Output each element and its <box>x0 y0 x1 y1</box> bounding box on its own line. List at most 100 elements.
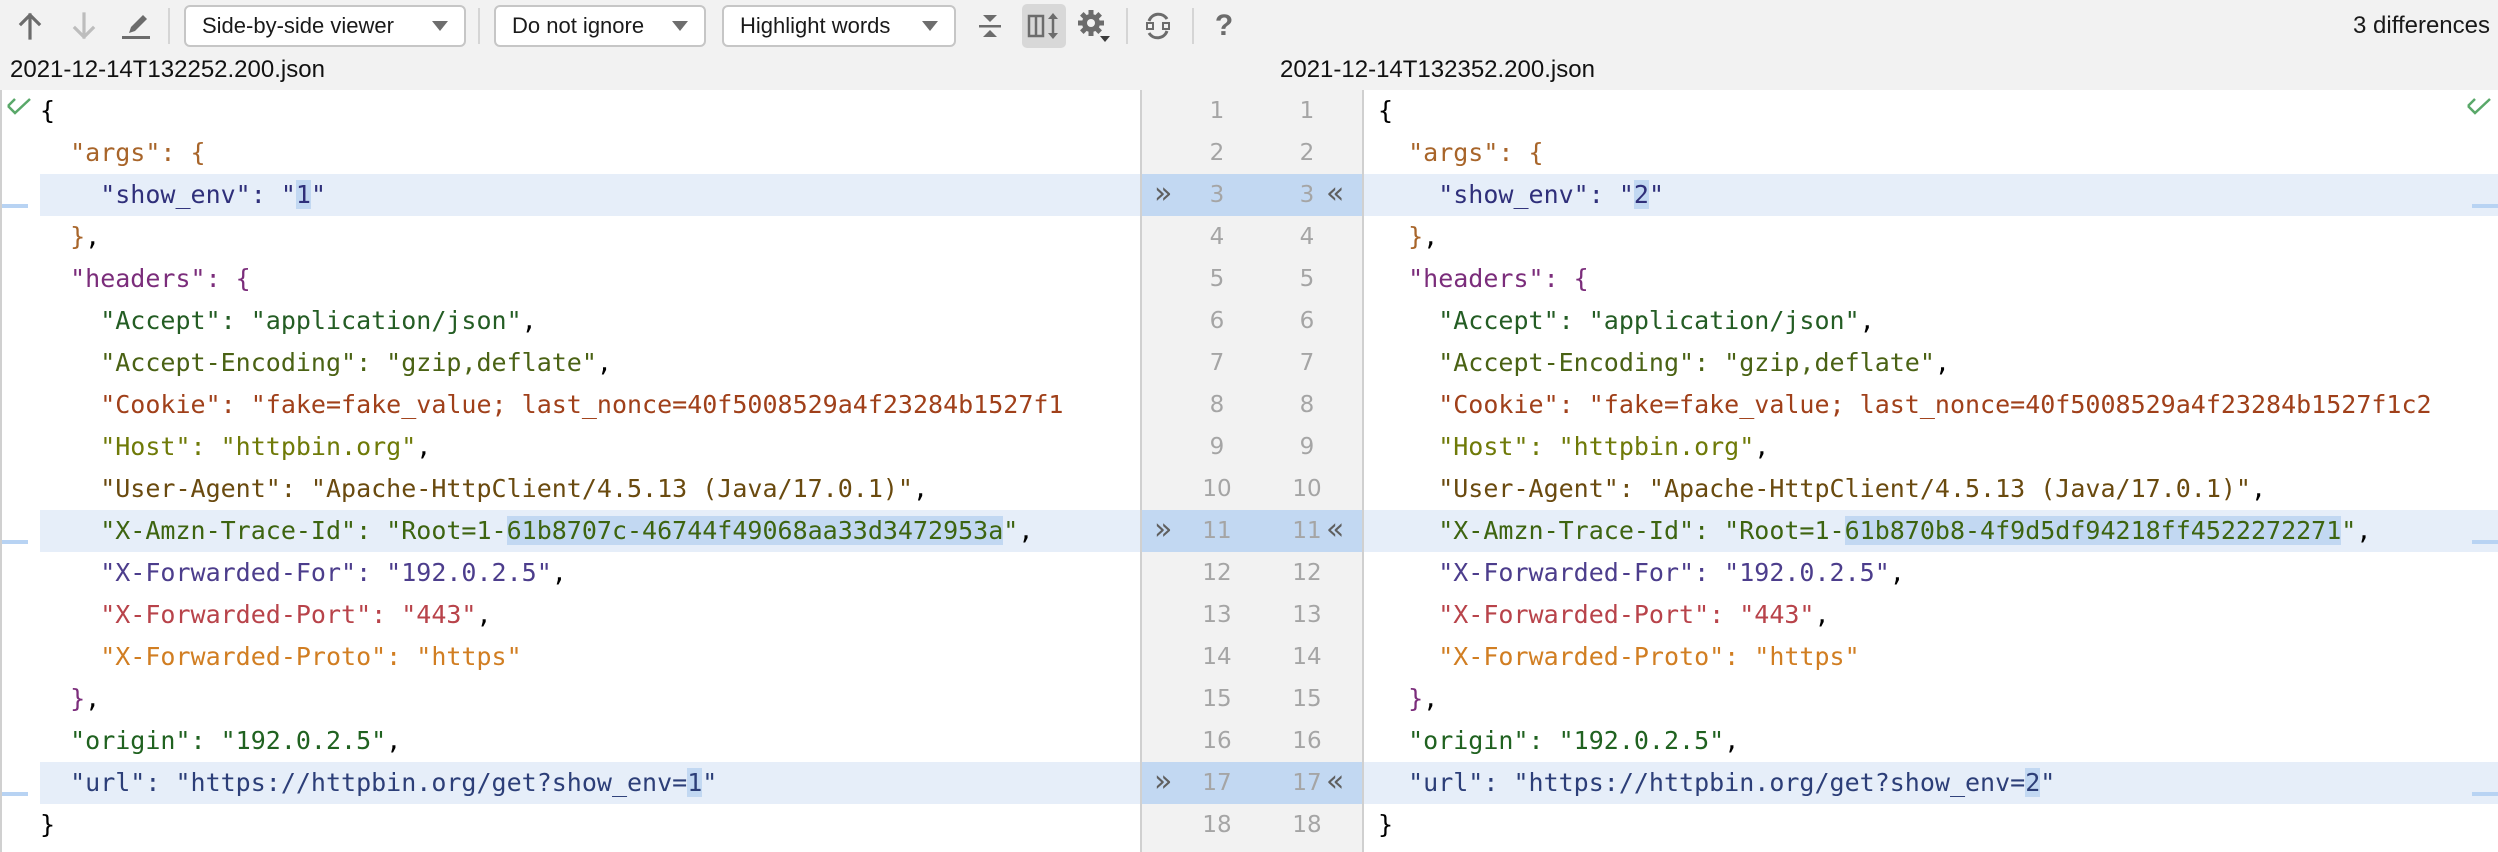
code-text: "args": { <box>1378 132 1544 174</box>
gutter-row: 12 12 <box>1142 552 1362 594</box>
code-token: "Accept-Encoding": "gzip,deflate" <box>1378 348 1935 377</box>
right-line-number: 3 <box>1299 182 1315 208</box>
apply-to-left-icon[interactable]: « <box>1326 762 1344 802</box>
change-marker[interactable] <box>2472 204 2498 208</box>
gutter-row: 16 16 <box>1142 720 1362 762</box>
synchronize-scrolling-toggle[interactable] <box>1022 4 1066 48</box>
chevron-down-icon <box>922 21 938 31</box>
code-text: "origin": "192.0.2.5", <box>1378 720 1739 762</box>
apply-to-left-icon[interactable]: « <box>1326 510 1344 550</box>
code-token: } <box>40 684 86 713</box>
toolbar-separator <box>478 8 480 44</box>
gutter-row: 66 <box>1142 300 1362 342</box>
right-file-title: 2021-12-14T132352.200.json <box>1280 56 1595 83</box>
right-line-number: 12 <box>1292 560 1322 586</box>
left-editor[interactable]: { "args": { "show_env": "1" }, "headers"… <box>0 90 1140 852</box>
highlight-mode-dropdown[interactable]: Highlight words <box>722 5 956 47</box>
viewer-mode-label: Side-by-side viewer <box>202 13 394 38</box>
code-line: "Host": "httpbin.org", <box>1364 426 2498 468</box>
help-button[interactable]: ? <box>1206 8 1242 44</box>
code-line: "Cookie": "fake=fake_value; last_nonce=4… <box>1364 384 2498 426</box>
code-token: "X-Amzn-Trace-Id": "Root=1- <box>1378 516 1845 545</box>
gutter-row: 18 18 <box>1142 804 1362 846</box>
gutter-row: 15 15 <box>1142 678 1362 720</box>
right-line-number: 16 <box>1292 728 1322 754</box>
changed-code-line: "show_env": "2" <box>1364 174 2498 216</box>
code-token: " <box>310 180 326 209</box>
code-line: "args": { <box>2 132 1140 174</box>
code-text: }, <box>40 216 100 258</box>
code-line: "X-Forwarded-Proto": "https" <box>2 636 1140 678</box>
ignore-mode-label: Do not ignore <box>512 13 645 38</box>
change-marker[interactable] <box>2 792 28 796</box>
right-line-number: 8 <box>1299 392 1315 418</box>
code-line: }, <box>1364 216 2498 258</box>
left-file-title: 2021-12-14T132252.200.json <box>10 56 325 83</box>
code-line: "origin": "192.0.2.5", <box>1364 720 2498 762</box>
diff-toolbar: Side-by-side viewer Do not ignore Highli… <box>0 0 2498 52</box>
right-editor[interactable]: { "args": { "show_env": "2" }, "headers"… <box>1364 90 2498 852</box>
left-line-number: 18 <box>1202 812 1232 838</box>
code-token: "headers": { <box>1378 264 1589 293</box>
code-token: "User-Agent": "Apache-HttpClient/4.5.13 … <box>40 474 913 503</box>
code-text: "headers": { <box>1378 258 1589 300</box>
code-text: "origin": "192.0.2.5", <box>40 720 401 762</box>
collapse-unchanged-icon <box>979 15 1001 37</box>
changed-word: 61b870b8-4f9d5df94218ff4522272271 <box>1844 516 2342 545</box>
apply-to-right-icon[interactable]: » <box>1154 174 1172 214</box>
changed-code-line: "X-Amzn-Trace-Id": "Root=1-61b870b8-4f9d… <box>1364 510 2498 552</box>
differences-count: 3 differences <box>2353 12 2490 39</box>
code-text: "url": "https://httpbin.org/get?show_env… <box>1378 762 2055 804</box>
right-line-number: 13 <box>1292 602 1322 628</box>
change-marker[interactable] <box>2 540 28 544</box>
code-line: "origin": "192.0.2.5", <box>2 720 1140 762</box>
code-text: "show_env": "1" <box>40 174 326 216</box>
code-token: , <box>416 432 432 461</box>
left-line-number: 5 <box>1209 266 1225 292</box>
code-text: }, <box>40 678 100 720</box>
swap-sides-button[interactable] <box>1140 8 1176 44</box>
code-token: } <box>1378 810 1394 839</box>
code-text: "X-Amzn-Trace-Id": "Root=1-61b870b8-4f9d… <box>1378 510 2371 552</box>
code-token: , <box>596 348 612 377</box>
viewer-mode-dropdown[interactable]: Side-by-side viewer <box>184 5 466 47</box>
code-token: { <box>1378 96 1394 125</box>
code-text: "User-Agent": "Apache-HttpClient/4.5.13 … <box>1378 468 2266 510</box>
code-token: "Cookie": "fake=fake_value; last_nonce=4… <box>1378 390 2432 419</box>
code-token: "args": { <box>1378 138 1544 167</box>
code-token: "origin": "192.0.2.5" <box>40 726 387 755</box>
next-difference-button[interactable] <box>66 8 102 44</box>
gutter-row: 55 <box>1142 258 1362 300</box>
gutter-row: » 11 11 « <box>1142 510 1362 552</box>
code-token: , <box>2356 516 2372 545</box>
collapse-unchanged-button[interactable] <box>972 8 1008 44</box>
right-line-number: 7 <box>1299 350 1315 376</box>
code-token: "show_env": " <box>1378 180 1634 209</box>
gutter-row: 10 10 <box>1142 468 1362 510</box>
code-token: " <box>2040 768 2056 797</box>
change-marker[interactable] <box>2472 792 2498 796</box>
previous-difference-button[interactable] <box>12 8 48 44</box>
ignore-whitespace-dropdown[interactable]: Do not ignore <box>494 5 706 47</box>
edit-source-button[interactable] <box>118 8 154 44</box>
apply-to-right-icon[interactable]: » <box>1154 510 1172 550</box>
code-token: , <box>1814 600 1830 629</box>
gutter-row: 22 <box>1142 132 1362 174</box>
code-line: "headers": { <box>1364 258 2498 300</box>
code-text: { <box>40 90 55 132</box>
apply-to-left-icon[interactable]: « <box>1326 174 1344 214</box>
code-token: "url": "https://httpbin.org/get?show_env… <box>1378 768 2026 797</box>
left-line-number: 4 <box>1209 224 1225 250</box>
code-text: "Host": "httpbin.org", <box>40 426 431 468</box>
code-line: "X-Forwarded-Proto": "https" <box>1364 636 2498 678</box>
right-line-number: 10 <box>1292 476 1322 502</box>
right-line-number: 14 <box>1292 644 1322 670</box>
right-line-number: 17 <box>1292 770 1322 796</box>
right-line-number: 2 <box>1299 140 1315 166</box>
apply-to-right-icon[interactable]: » <box>1154 762 1172 802</box>
change-marker[interactable] <box>2 204 28 208</box>
code-token: , <box>1934 348 1950 377</box>
settings-button[interactable] <box>1076 8 1112 44</box>
change-marker[interactable] <box>2472 540 2498 544</box>
gutter-row: 13 13 <box>1142 594 1362 636</box>
